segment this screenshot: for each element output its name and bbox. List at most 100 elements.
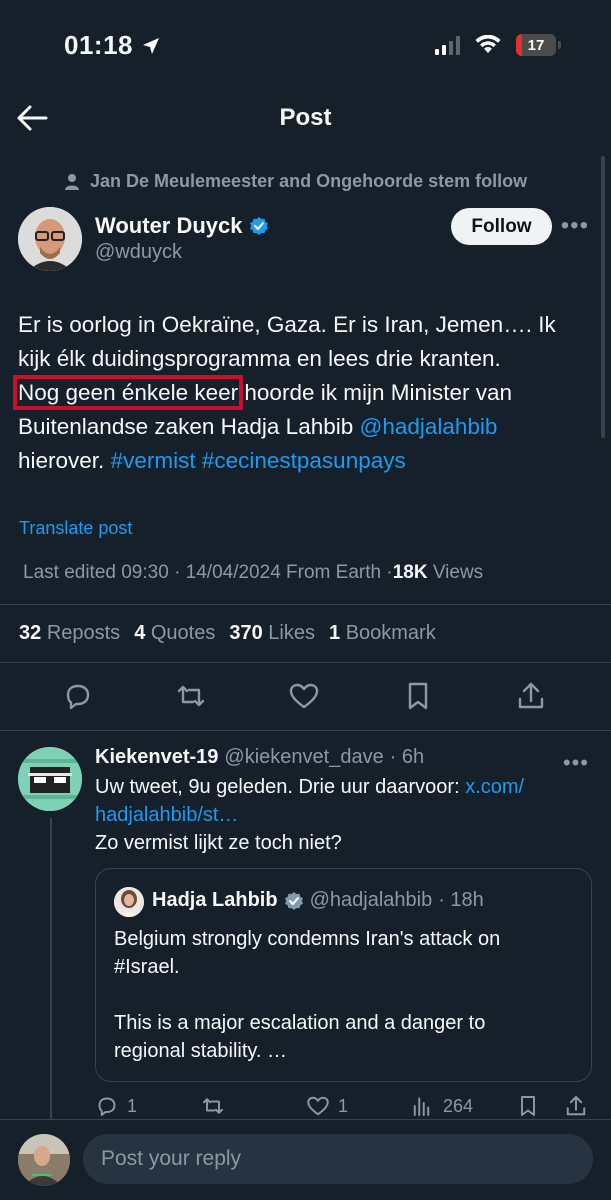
reply-author-handle[interactable]: @kiekenvet_dave — [224, 746, 383, 769]
cellular-signal-icon — [435, 35, 460, 55]
page-title: Post — [279, 104, 332, 131]
like-count: 1 — [338, 1095, 349, 1116]
quote-author-avatar[interactable] — [114, 887, 144, 917]
reply-time[interactable]: · 6h — [390, 746, 424, 769]
tweet-line: hierover. #vermist #cecinestpasunpays — [18, 444, 598, 478]
repost-icon — [203, 1098, 223, 1114]
quote-text: Belgium strongly condemns Iran's attack … — [114, 925, 574, 1065]
tweet-line-text: Buitenlandse zaken Hadja Lahbib — [18, 414, 360, 439]
tweet-line-rest: hoorde ik mijn Minister van — [238, 380, 513, 405]
clock-text: 01:18 — [64, 30, 133, 60]
reply-button[interactable] — [62, 680, 94, 712]
divider — [0, 662, 611, 663]
verified-badge-icon — [284, 891, 303, 910]
reply-like-button[interactable]: 1 — [306, 1094, 348, 1118]
quote-avatar-photo — [114, 887, 144, 917]
reply-icon — [98, 1097, 116, 1116]
edited-timestamp[interactable]: Last edited 09:30 · 14/04/2024 — [23, 562, 281, 583]
quoted-post[interactable]: Hadja Lahbib @hadjalahbib · 18h Belgium … — [95, 868, 592, 1082]
post-meta: Last edited 09:30 · 14/04/2024 From Eart… — [23, 562, 483, 584]
follow-button[interactable]: Follow — [451, 208, 552, 245]
status-bar: 01:18 17 — [0, 0, 611, 92]
bookmark-icon — [521, 1096, 535, 1116]
views-label: Views — [432, 562, 484, 583]
reply-author-name[interactable]: Kiekenvet-19 — [95, 746, 218, 769]
tweet-line: Er is oorlog in Oekraïne, Gaza. Er is Ir… — [18, 312, 556, 337]
share-button[interactable] — [515, 680, 547, 712]
analytics-icon — [413, 1097, 430, 1116]
quote-author-name: Hadja Lahbib — [152, 889, 278, 911]
reply-text: Uw tweet, 9u geleden. Drie uur daarvoor:… — [95, 773, 585, 857]
engagement-stats: 32 Reposts 4 Quotes 370 Likes 1 Bookmark — [19, 622, 436, 645]
social-context-text: Jan De Meulemeester and Ongehoorde stem … — [90, 171, 528, 191]
tweet-line: Buitenlandse zaken Hadja Lahbib @hadjala… — [18, 410, 598, 444]
like-button[interactable] — [288, 680, 320, 712]
social-context[interactable]: Jan De Meulemeester and Ongehoorde stem … — [64, 171, 527, 192]
reply-avatar-graphic — [18, 747, 82, 811]
repost-icon — [177, 685, 205, 707]
reply-header: Kiekenvet-19 @kiekenvet_dave · 6h — [95, 746, 424, 769]
reply-count: 1 — [127, 1095, 138, 1116]
battery-level: 17 — [527, 36, 545, 54]
mention-link[interactable]: @hadjalahbib — [360, 414, 498, 439]
tweet-line: Nog geen énkele keer hoorde ik mijn Mini… — [12, 375, 598, 410]
quote-author-handle: @hadjalahbib — [309, 889, 433, 911]
share-icon — [566, 1096, 586, 1116]
hashtag-link[interactable]: #cecinestpasunpays — [202, 448, 406, 473]
thread-connector — [50, 818, 52, 1128]
more-options-icon[interactable]: ••• — [561, 214, 589, 238]
bookmark-icon — [408, 682, 428, 710]
tweet-line: kijk élk duidingsprogramma en lees drie … — [18, 346, 501, 371]
author-photo — [18, 207, 82, 271]
reply-input[interactable] — [83, 1134, 593, 1184]
reply-author-avatar[interactable] — [18, 747, 82, 811]
translate-post-link[interactable]: Translate post — [19, 518, 132, 539]
quote-header: Hadja Lahbib @hadjalahbib · 18h — [152, 889, 484, 912]
post-actions — [0, 680, 611, 714]
reply-repost-button[interactable] — [201, 1094, 233, 1118]
tweet-line-text: hierover. — [18, 448, 111, 473]
tweet-text: Er is oorlog in Oekraïne, Gaza. Er is Ir… — [12, 308, 598, 478]
author-name[interactable]: Wouter Duyck — [95, 213, 269, 239]
reply-link[interactable]: x.com/ — [465, 776, 524, 798]
reply-bookmark-button[interactable] — [516, 1094, 540, 1118]
repost-button[interactable] — [175, 680, 207, 712]
reply-text-part: Uw tweet, 9u geleden. Drie uur daarvoor: — [95, 776, 466, 798]
reposts-stat[interactable]: 32 Reposts — [19, 622, 120, 645]
bookmarks-stat[interactable]: 1 Bookmark — [329, 622, 436, 645]
author-avatar[interactable] — [18, 207, 82, 271]
wifi-icon — [475, 35, 501, 53]
quote-line: Belgium strongly condemns Iran's attack … — [114, 928, 501, 950]
likes-stat[interactable]: 370 Likes — [229, 622, 315, 645]
views-count: 264 — [443, 1095, 474, 1116]
reply-icon — [66, 684, 90, 710]
quotes-stat[interactable]: 4 Quotes — [134, 622, 215, 645]
current-user-avatar[interactable] — [18, 1134, 70, 1186]
quote-line: This is a major escalation and a danger … — [114, 1012, 486, 1034]
reply-link[interactable]: hadjalahbib/st… — [95, 801, 585, 829]
author-handle[interactable]: @wduyck — [95, 241, 182, 264]
reply-reply-button[interactable]: 1 — [95, 1094, 137, 1118]
quote-line: regional stability. … — [114, 1040, 288, 1062]
author-name-text: Wouter Duyck — [95, 213, 243, 238]
reply-share-button[interactable] — [564, 1094, 588, 1118]
scrollbar[interactable] — [601, 156, 605, 438]
reply-views-button[interactable]: 264 — [411, 1094, 473, 1118]
bookmark-button[interactable] — [402, 680, 434, 712]
highlighted-phrase: Nog geen énkele keer — [12, 375, 244, 410]
reply-text-part: Zo vermist lijkt ze toch niet? — [95, 832, 342, 854]
divider — [0, 730, 611, 731]
person-icon — [65, 173, 79, 190]
reply-actions: 1 1 264 — [95, 1094, 595, 1122]
hashtag-link[interactable]: #vermist — [111, 448, 196, 473]
divider — [0, 604, 611, 605]
heart-icon — [307, 1096, 329, 1116]
reply-composer-bar — [0, 1119, 611, 1200]
post-source: From Earth — [286, 562, 382, 583]
current-user-photo — [18, 1134, 70, 1186]
battery-icon: 17 — [516, 34, 556, 56]
status-time: 01:18 — [64, 30, 161, 61]
location-arrow-icon — [143, 37, 159, 54]
share-icon — [518, 682, 544, 709]
quote-time: · 18h — [438, 889, 484, 911]
